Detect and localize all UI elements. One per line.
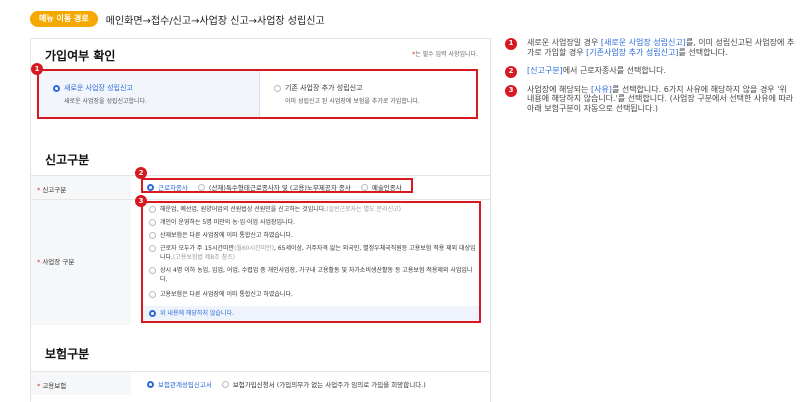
radio-empty-icon[interactable] [274,84,281,92]
note-1: 1 새로운 사업장일 경우 [새로운 사업장 성립신고]를, 이미 성립신고된 … [505,38,795,57]
selected-option-bg [39,71,259,117]
radio-selected-icon[interactable] [147,183,154,191]
reason-option-2[interactable]: 개인이 운영하는 5명 미만의 농·임·어업 사업장입니다. [149,218,479,227]
radio-empty-icon[interactable] [149,291,156,298]
report-section-title: 신고구분 [45,153,90,167]
radio-empty-icon[interactable] [149,267,156,274]
note-2-marker: 2 [505,66,517,78]
menu-path-badge: 메뉴 이동 경로 [30,11,98,27]
radio-empty-icon[interactable] [149,245,156,252]
join-section-title: 가입여부 확인 [45,49,116,63]
reason-option-7[interactable]: 위 내용에 해당하지 않습니다. [149,309,479,318]
report-type-special[interactable]: (산재)특수형태근로종사자 및 (고용)노무제공자 종사 [197,182,351,192]
reason-option-4[interactable]: 근로자 모두가 주 15시간미만(월60시간미만), 65세이상, 거주자격 없… [149,244,479,262]
report-type-options: 근로자종사 (산재)특수형태근로종사자 및 (고용)노무제공자 종사 예술인종사 [147,182,412,192]
radio-empty-icon[interactable] [149,206,156,213]
option-existing-workplace[interactable]: 기존 사업장 추가 성립신고 [274,83,363,93]
radio-empty-icon[interactable] [149,219,156,226]
report-type-artist[interactable]: 예술인종사 [360,182,402,192]
required-note: *는 필수 입력 사항입니다. [412,51,478,58]
reason-option-5[interactable]: 상시 4명 이하 농업, 임업, 어업, 수렵업 중 개인사업장, 가구내 고용… [149,266,479,284]
radio-selected-icon[interactable] [53,84,60,92]
menu-path-text: 메인화면→접수/신고→사업장 신고→사업장 성립신고 [105,15,325,27]
note-1-marker: 1 [505,38,517,50]
marker-2: 2 [135,167,147,179]
option-new-workplace-desc: 새로운 사업장을 성립신고합니다. [64,98,148,105]
note-3: 3 사업장에 해당되는 [사유]를 선택합니다. 6가지 사유에 해당하지 않을… [505,84,795,114]
radio-empty-icon[interactable] [149,232,156,239]
insurance-option-application[interactable]: 보험가입신청서 (가입의무가 없는 사업주가 임의로 가입을 희망합니다.) [221,379,426,389]
option-new-workplace[interactable]: 새로운 사업장 성립신고 [53,83,133,93]
marker-3: 3 [135,195,147,207]
insurance-label: * 고용보험 [37,382,67,390]
insurance-section-title: 보험구분 [45,347,90,361]
instruction-notes: 1 새로운 사업장일 경우 [새로운 사업장 성립신고]를, 이미 성립신고된 … [505,38,795,122]
option-existing-workplace-desc: 이미 성립신고 된 사업장에 보험을 추가로 가입합니다. [285,98,420,105]
reason-option-6[interactable]: 고용보험은 다른 사업장에 이미 통합신고 하였습니다. [149,290,479,299]
form-panel: 가입여부 확인 *는 필수 입력 사항입니다. 1 새로운 사업장 성립신고 새… [30,38,491,402]
insurance-options: 보험관계성립신고서 보험가입신청서 (가입의무가 없는 사업주가 임의로 가입을… [147,379,436,389]
radio-empty-icon[interactable] [360,183,368,191]
insurance-option-report[interactable]: 보험관계성립신고서 [147,379,212,389]
workplace-type-label: * 사업장 구분 [37,258,75,266]
radio-selected-icon[interactable] [149,310,156,317]
report-type-label: * 신고구분 [37,186,67,194]
menu-path-bar: 메뉴 이동 경로 메인화면→접수/신고→사업장 신고→사업장 성립신고 [30,10,325,28]
radio-empty-icon[interactable] [197,183,205,191]
reason-option-1[interactable]: 해운업, 예선업, 원양어업의 선원법상 선원만을 신고하는 것입니다.(일반근… [149,205,479,214]
reason-option-3[interactable]: 산재보험은 다른 사업장에 이미 통합신고 하였습니다. [149,231,479,240]
radio-empty-icon[interactable] [221,380,229,388]
radio-selected-icon[interactable] [147,380,154,388]
option-divider [259,71,260,117]
marker-1: 1 [31,63,43,75]
note-3-marker: 3 [505,84,517,97]
note-2: 2 [신고구분]에서 근로자종사를 선택합니다. [505,66,795,78]
report-type-worker[interactable]: 근로자종사 [147,182,188,192]
